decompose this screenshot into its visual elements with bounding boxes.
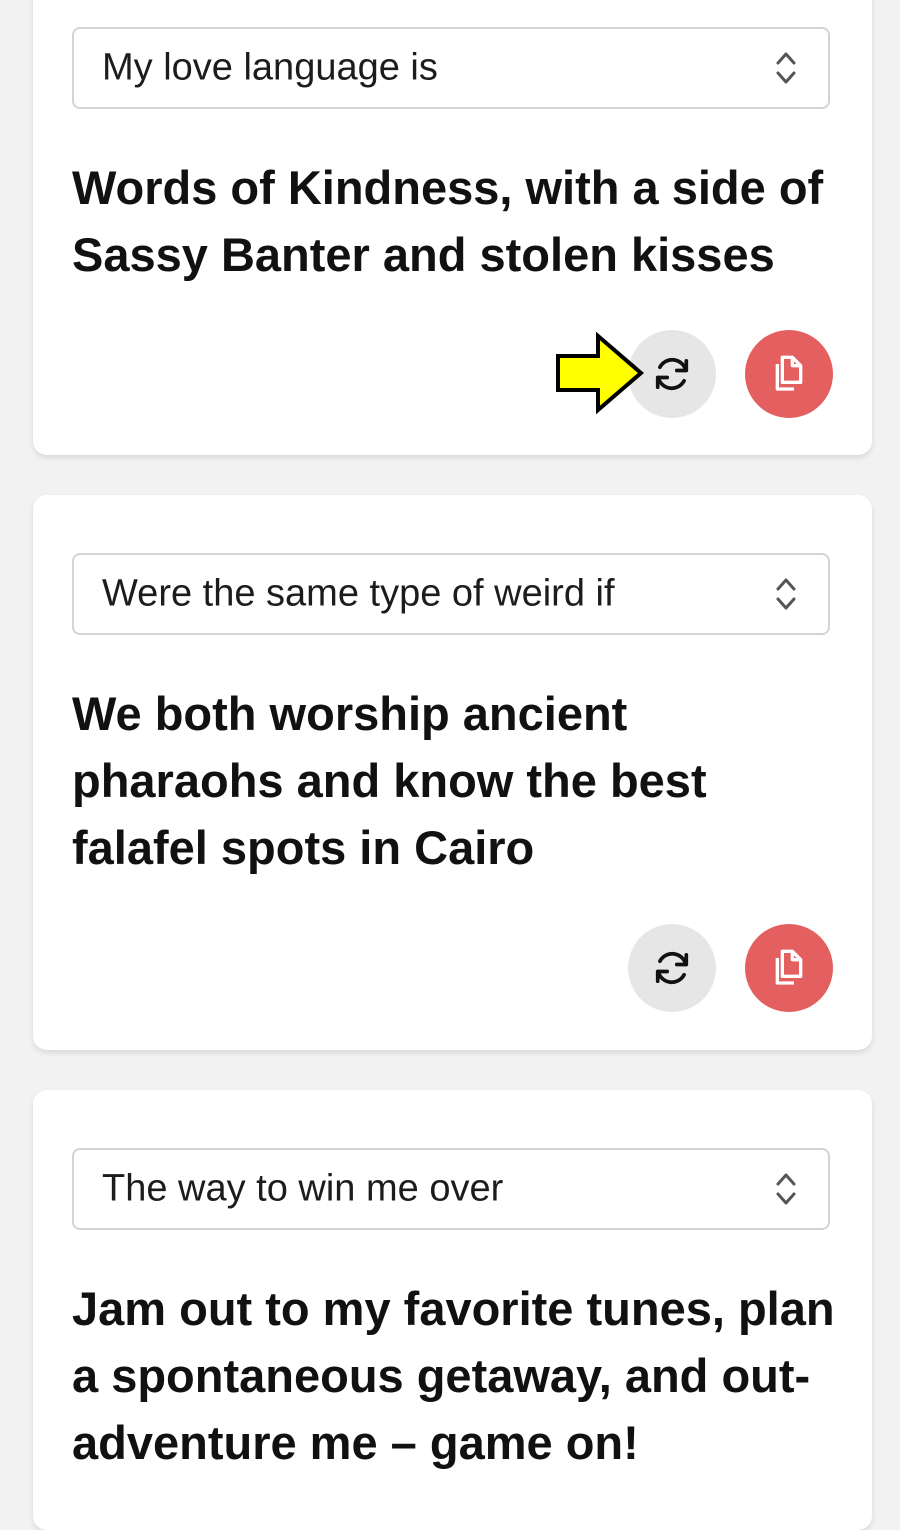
prompt-card-3: The way to win me over Jam out to my fav… — [33, 1090, 872, 1530]
copy-icon — [775, 949, 803, 985]
prompt-card-2: Were the same type of weird if We both w… — [33, 495, 872, 1050]
prompt-select-value: The way to win me over — [102, 1167, 504, 1210]
prompt-select-3[interactable]: The way to win me over — [72, 1148, 830, 1230]
refresh-icon — [655, 357, 689, 391]
chevron-up-down-icon — [776, 52, 796, 84]
prompt-answer-2: We both worship ancient pharaohs and kno… — [72, 687, 707, 874]
chevron-up-down-icon — [776, 578, 796, 610]
copy-button-1[interactable] — [745, 330, 833, 418]
prompt-select-value: My love language is — [102, 46, 438, 89]
yellow-arrow-icon — [556, 332, 645, 414]
chevron-up-down-icon — [776, 1173, 796, 1205]
refresh-icon — [655, 951, 689, 985]
copy-icon — [775, 355, 803, 391]
prompt-card-1: My love language is Words of Kindness, w… — [33, 0, 872, 455]
prompt-answer-3: Jam out to my favorite tunes, plan a spo… — [72, 1282, 835, 1469]
prompt-select-2[interactable]: Were the same type of weird if — [72, 553, 830, 635]
prompt-select-1[interactable]: My love language is — [72, 27, 830, 109]
prompt-select-value: Were the same type of weird if — [102, 572, 615, 615]
prompt-answer-1: Words of Kindness, with a side of Sassy … — [72, 161, 824, 281]
copy-button-2[interactable] — [745, 924, 833, 1012]
refresh-button-2[interactable] — [628, 924, 716, 1012]
